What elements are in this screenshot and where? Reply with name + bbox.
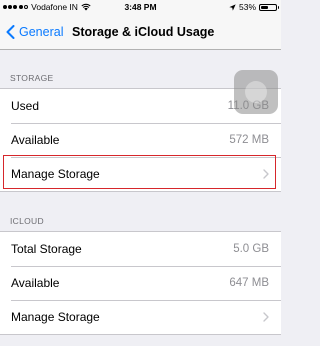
section-header-icloud: ICLOUD: [10, 216, 44, 226]
battery-icon: [259, 3, 279, 11]
back-button-label: General: [19, 25, 64, 39]
battery-fill: [261, 5, 269, 9]
screen: Vodafone IN 3:48 PM 53% General Storage …: [0, 0, 281, 346]
battery-percentage: 53%: [238, 2, 256, 12]
assistive-touch-button[interactable]: [234, 70, 278, 114]
row-label: Used: [11, 99, 40, 113]
back-button[interactable]: General: [6, 14, 63, 50]
row-label: Available: [11, 276, 60, 290]
chevron-right-icon: [263, 169, 269, 179]
status-bar-right: 53%: [229, 0, 279, 14]
row-label: Manage Storage: [11, 310, 100, 324]
row-value: 5.0 GB: [233, 243, 269, 255]
icloud-total-storage-row: Total Storage 5.0 GB: [0, 232, 281, 266]
row-label: Total Storage: [11, 242, 82, 256]
section-header-storage: STORAGE: [10, 73, 54, 83]
manage-storage-row[interactable]: Manage Storage: [0, 157, 281, 191]
icloud-available-row: Available 647 MB: [0, 266, 281, 300]
navigation-bar: General Storage & iCloud Usage: [0, 14, 281, 50]
assistive-touch-icon: [245, 81, 267, 103]
icloud-group: Total Storage 5.0 GB Available 647 MB Ma…: [0, 231, 281, 335]
storage-available-row: Available 572 MB: [0, 123, 281, 157]
icloud-manage-storage-row[interactable]: Manage Storage: [0, 300, 281, 334]
status-bar: Vodafone IN 3:48 PM 53%: [0, 0, 281, 14]
row-label: Manage Storage: [11, 167, 100, 181]
chevron-right-icon: [263, 312, 269, 322]
chevron-left-icon: [6, 25, 15, 39]
row-value: 572 MB: [229, 134, 269, 146]
row-value: 647 MB: [229, 277, 269, 289]
page-title: Storage & iCloud Usage: [72, 25, 215, 39]
location-icon: [229, 3, 236, 11]
row-label: Available: [11, 133, 60, 147]
